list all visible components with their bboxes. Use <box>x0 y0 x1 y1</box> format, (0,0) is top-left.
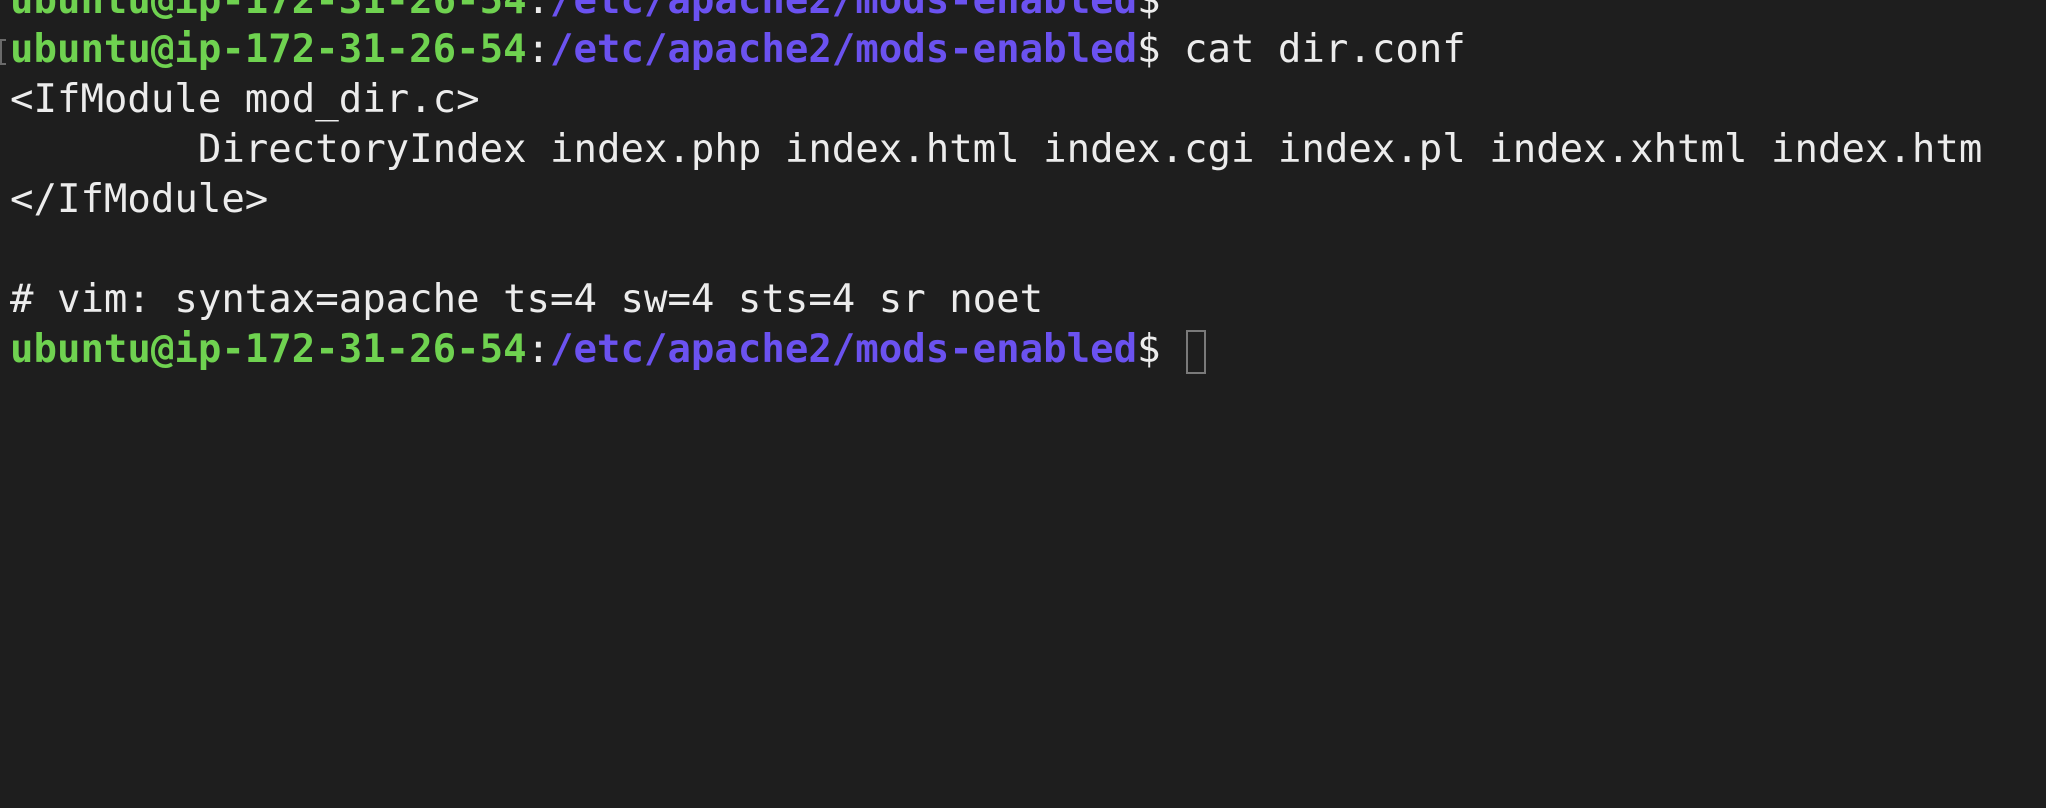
prompt-symbol: $ <box>1137 327 1161 372</box>
prompt-path: /etc/apache2/mods-enabled <box>550 327 1138 372</box>
terminal-line-prompt-cat: ubuntu@ip-172-31-26-54:/etc/apache2/mods… <box>10 25 1466 75</box>
prompt-symbol: $ <box>1137 27 1161 72</box>
prompt-user-host: ubuntu@ip-172-31-26-54 <box>10 327 527 372</box>
terminal-output-line: </IfModule> <box>10 177 269 222</box>
text-cursor[interactable] <box>1186 329 1207 374</box>
line-marker <box>0 39 6 65</box>
terminal-output-line: DirectoryIndex index.php index.html inde… <box>10 127 1983 172</box>
prompt-command: cat dir.conf <box>1160 27 1466 72</box>
prompt-symbol: $ <box>1137 0 1161 23</box>
terminal-output-line: # vim: syntax=apache ts=4 sw=4 sts=4 sr … <box>10 277 1044 322</box>
prompt-separator: : <box>526 0 551 23</box>
terminal-line-prompt-previous: ubuntu@ip-172-31-26-54:/etc/apache2/mods… <box>10 0 1161 26</box>
prompt-path: /etc/apache2/mods-enabled <box>550 27 1138 72</box>
prompt-command <box>1161 327 1184 372</box>
prompt-user-host: ubuntu@ip-172-31-26-54 <box>10 0 527 23</box>
terminal-line-prompt-active[interactable]: ubuntu@ip-172-31-26-54:/etc/apache2/mods… <box>10 325 1207 375</box>
prompt-path: /etc/apache2/mods-enabled <box>550 0 1138 23</box>
prompt-separator: : <box>526 27 551 72</box>
terminal-window[interactable]: ubuntu@ip-172-31-26-54:/etc/apache2/mods… <box>0 0 2046 404</box>
prompt-user-host: ubuntu@ip-172-31-26-54 <box>10 27 527 72</box>
terminal-output-line: <IfModule mod_dir.c> <box>10 77 480 122</box>
prompt-separator: : <box>526 327 551 372</box>
